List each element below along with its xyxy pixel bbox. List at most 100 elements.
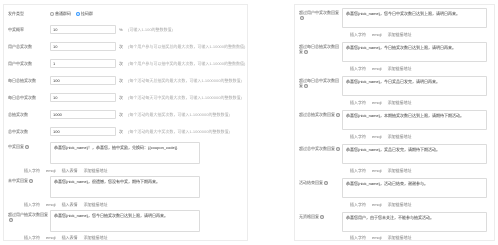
user-total-draws-unit: 次 [119,44,123,49]
emoji-link[interactable]: emoji [46,168,56,174]
question-icon[interactable]: ? [9,217,13,222]
radio-checked-icon [76,12,80,16]
emoji-link[interactable]: emoji [372,100,382,106]
total-draws-label: 总抽奖次数 [8,112,28,117]
question-icon[interactable]: ? [300,15,304,20]
daily-win-limit-reply-textarea[interactable]: 恭喜您{nick_name}，今日奖品已发完，请明日再来。 [342,76,487,96]
win-rate-input[interactable]: 10 [50,25,116,34]
user-win-limit-reply-label: 超过用户中奖次数回复? [299,10,339,20]
emoji-link[interactable]: emoji [372,168,382,174]
daily-draws-unit: 次 [119,78,123,83]
user-total-draws-input[interactable]: 10 [50,42,116,51]
question-icon[interactable]: ? [336,112,340,117]
insert-expression-link[interactable]: 插入表情 [62,235,78,241]
add-link-address-link[interactable]: 添加链接地址 [388,202,412,208]
add-link-address-link[interactable]: 添加链接地址 [84,235,108,241]
total-draw-limit-reply-label: 超过总抽奖次数回复? [299,112,340,117]
win-rate-unit: % [119,27,123,32]
user-wins-hint: (每个用户参与可以抽中奖的最大次数，可输入1-10000的整数数值) [128,61,246,66]
insert-char-link[interactable]: 插入字符 [350,235,366,241]
add-link-address-link[interactable]: 添加链接地址 [388,66,412,72]
insert-char-link[interactable]: 插入字符 [350,66,366,72]
insert-char-link[interactable]: 插入字符 [350,100,366,106]
total-wins-unit: 次 [119,129,123,134]
insert-char-link[interactable]: 插入字符 [24,168,40,174]
add-link-address-link[interactable]: 添加链接地址 [84,202,108,208]
insert-expression-link[interactable]: 插入表情 [62,168,78,174]
send-type-option-qrcode[interactable]: 挂码群 [76,11,93,17]
insert-char-link[interactable]: 插入字符 [350,168,366,174]
win-rate-label: 中奖概率 [8,27,24,32]
daily-draws-hint: (每个活动每天总抽奖的最大次数，可输入1-1000000的整数数值) [128,78,242,83]
daily-draws-input[interactable]: 100 [50,76,116,85]
emoji-link[interactable]: emoji [46,202,56,208]
add-link-address-link[interactable]: 添加链接地址 [84,168,108,174]
daily-wins-unit: 次 [119,95,123,100]
daily-draws-label: 每日总抽奖次数 [8,78,36,83]
emoji-link[interactable]: emoji [372,134,382,140]
no-qualification-reply-textarea[interactable]: 恭喜您用户，由于您未关注，不能参与抽奖活动。 [342,212,487,232]
activity-ended-reply-label: 活动结束回复? [299,180,328,185]
daily-wins-input[interactable]: 10 [50,93,116,102]
total-wins-label: 总中奖次数 [8,129,28,134]
insert-expression-link[interactable]: 插入表情 [62,202,78,208]
lottery-settings-panel-left: 发件类型 普通群码 挂码群 中奖概率 10 % (可输入1-100的整数数值) … [3,4,248,241]
insert-char-link[interactable]: 插入字符 [350,32,366,38]
insert-char-link[interactable]: 插入字符 [24,235,40,241]
question-icon[interactable]: ? [25,144,29,149]
daily-win-limit-reply-toolbar: 插入字符 emoji 添加链接地址 [350,100,412,106]
no-win-reply-textarea[interactable]: 恭喜您{nick_name}，很遗憾，您没有中奖，期待下期再来。 [50,176,200,198]
total-wins-input[interactable]: 100 [50,127,116,136]
question-icon[interactable]: ? [29,178,33,183]
emoji-link[interactable]: emoji [372,202,382,208]
total-draws-hint: (每个活动的最大抽奖次数，可输入1-1000000的整数数值) [128,112,230,117]
total-draw-limit-reply-textarea[interactable]: 恭喜您{nick_name}，本期抽奖次数已达到上限，请期待下期活动。 [342,110,487,130]
total-draws-input[interactable]: 1000 [50,110,116,119]
daily-win-limit-reply-label: 超过每日总中奖次数回复? [299,78,339,88]
total-draws-unit: 次 [119,112,123,117]
question-icon[interactable]: ? [324,180,328,185]
question-icon[interactable]: ? [304,83,308,88]
add-link-address-link[interactable]: 添加链接地址 [388,100,412,106]
daily-draw-limit-reply-label: 超过每日总抽奖次数回复? [299,44,339,54]
no-win-reply-label: 未中奖回复? [8,178,33,183]
emoji-link[interactable]: emoji [46,235,56,241]
add-link-address-link[interactable]: 添加链接地址 [388,134,412,140]
emoji-link[interactable]: emoji [372,235,382,241]
add-link-address-link[interactable]: 添加链接地址 [388,168,412,174]
question-icon[interactable]: ? [320,214,324,219]
insert-char-link[interactable]: 插入字符 [350,202,366,208]
insert-char-link[interactable]: 插入字符 [350,134,366,140]
emoji-link[interactable]: emoji [372,32,382,38]
question-icon[interactable]: ? [336,146,340,151]
add-link-address-link[interactable]: 添加链接地址 [388,32,412,38]
user-wins-unit: 次 [119,61,123,66]
daily-wins-label: 每日总中奖次数 [8,95,36,100]
question-icon[interactable]: ? [304,49,308,54]
daily-draw-limit-reply-toolbar: 插入字符 emoji 添加链接地址 [350,66,412,72]
send-type-option-normal[interactable]: 普通群码 [50,11,71,17]
user-win-limit-reply-toolbar: 插入字符 emoji 添加链接地址 [350,32,412,38]
add-link-address-link[interactable]: 添加链接地址 [388,235,412,241]
insert-char-link[interactable]: 插入字符 [24,202,40,208]
total-wins-hint: (每个活动的最大中奖次数，可输入1-1000000的整数数值) [128,129,230,134]
no-win-reply-toolbar: 插入字符 emoji 插入表情 添加链接地址 [24,202,108,208]
total-draw-limit-reply-toolbar: 插入字符 emoji 添加链接地址 [350,134,412,140]
win-reply-textarea[interactable]: 恭喜您{nick_name}！，恭喜您，抽中奖励，兑换码：{{coupon_co… [50,142,200,164]
daily-wins-hint: (每个活动每天可中奖的最大次数，可输入1-1000000的整数数值) [128,95,242,100]
total-win-limit-reply-textarea[interactable]: 恭喜您{nick_name}，奖品已发完，请期待下期活动。 [342,144,487,164]
activity-ended-reply-textarea[interactable]: 恭喜您{nick_name}，活动已结束，谢谢参与。 [342,178,487,198]
emoji-link[interactable]: emoji [372,66,382,72]
total-win-limit-reply-label: 超过总中奖次数回复? [299,146,340,151]
user-win-limit-reply-textarea[interactable]: 恭喜您{nick_name}，您今日中奖次数已达到上限，请明日再来。 [342,8,487,28]
user-draw-limit-reply-textarea[interactable]: 恭喜您{nick_name}，您今日抽奖次数已达到上限，请明日再来。 [50,210,200,232]
user-total-draws-label: 用户总奖次数 [8,44,32,49]
win-rate-hint: (可输入1-100的整数数值) [128,27,173,32]
daily-draw-limit-reply-textarea[interactable]: 恭喜您{nick_name}，今日抽奖次数已达到上限，请明日再来。 [342,42,487,62]
lottery-settings-panel-right: 超过用户中奖次数回复? 恭喜您{nick_name}，您今日中奖次数已达到上限，… [294,4,495,241]
win-reply-label: 中奖回复? [8,144,29,149]
total-win-limit-reply-toolbar: 插入字符 emoji 添加链接地址 [350,168,412,174]
no-qualification-reply-label: 无资格回复? [299,214,324,219]
user-wins-input[interactable]: 1 [50,59,116,68]
radio-unchecked-icon [50,12,54,16]
